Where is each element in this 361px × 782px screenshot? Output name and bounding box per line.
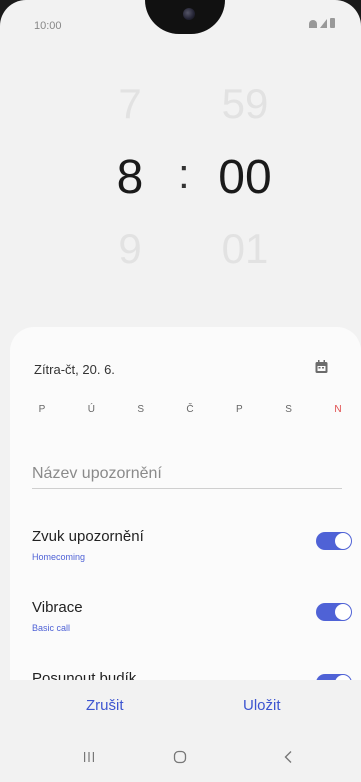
battery-icon [330, 18, 335, 28]
selected-minute[interactable]: 00 [205, 150, 285, 205]
snooze-setting[interactable]: Posunout budík [32, 670, 352, 680]
weekday-wednesday[interactable]: S [131, 404, 151, 415]
weekday-selector: P Ú S Č P S N [32, 404, 348, 415]
alarm-sound-toggle[interactable] [316, 532, 352, 550]
weekday-saturday[interactable]: S [279, 404, 299, 415]
toggle-knob [335, 533, 351, 549]
calendar-icon[interactable] [315, 360, 328, 374]
weekday-monday[interactable]: P [32, 404, 52, 415]
alarm-settings-card: Zítra-čt, 20. 6. P Ú S Č P S N Zvuk upoz… [10, 327, 361, 680]
vibration-setting[interactable]: Vibrace Basic call [32, 599, 352, 649]
status-time: 10:00 [34, 20, 62, 32]
snooze-label: Posunout budík [32, 670, 137, 680]
alarm-name-input[interactable] [32, 460, 342, 489]
vibration-value: Basic call [32, 623, 71, 633]
status-icons [309, 18, 335, 28]
vibration-label: Vibrace [32, 599, 83, 616]
weekday-friday[interactable]: P [229, 404, 249, 415]
signal-icon [320, 19, 327, 28]
alarm-sound-label: Zvuk upozornění [32, 528, 144, 545]
next-hour[interactable]: 9 [100, 225, 160, 273]
front-camera [183, 8, 195, 20]
time-separator: : [178, 150, 190, 197]
previous-hour[interactable]: 7 [100, 80, 160, 128]
back-icon[interactable] [280, 748, 298, 766]
toggle-knob [335, 604, 351, 620]
previous-minute[interactable]: 59 [205, 80, 285, 128]
weekday-sunday[interactable]: N [328, 404, 348, 415]
alarm-sound-setting[interactable]: Zvuk upozornění Homecoming [32, 528, 352, 578]
selected-hour[interactable]: 8 [100, 150, 160, 205]
action-bar: Zrušit Uložit [0, 680, 361, 730]
alarm-sound-value: Homecoming [32, 552, 86, 562]
cancel-button[interactable]: Zrušit [86, 697, 124, 714]
weekday-thursday[interactable]: Č [180, 404, 200, 415]
next-minute[interactable]: 01 [205, 225, 285, 273]
home-icon[interactable] [171, 748, 189, 766]
wifi-icon [309, 20, 317, 28]
vibration-toggle[interactable] [316, 603, 352, 621]
status-bar: 10:00 [0, 0, 361, 44]
alarm-edit-screen: 10:00 7 8 9 : 59 00 01 Zítra-čt, 20. 6. … [0, 0, 361, 782]
alarm-date: Zítra-čt, 20. 6. [34, 362, 115, 377]
recents-icon[interactable] [80, 748, 98, 766]
navigation-bar [0, 730, 361, 782]
save-button[interactable]: Uložit [243, 697, 281, 714]
weekday-tuesday[interactable]: Ú [81, 404, 101, 415]
